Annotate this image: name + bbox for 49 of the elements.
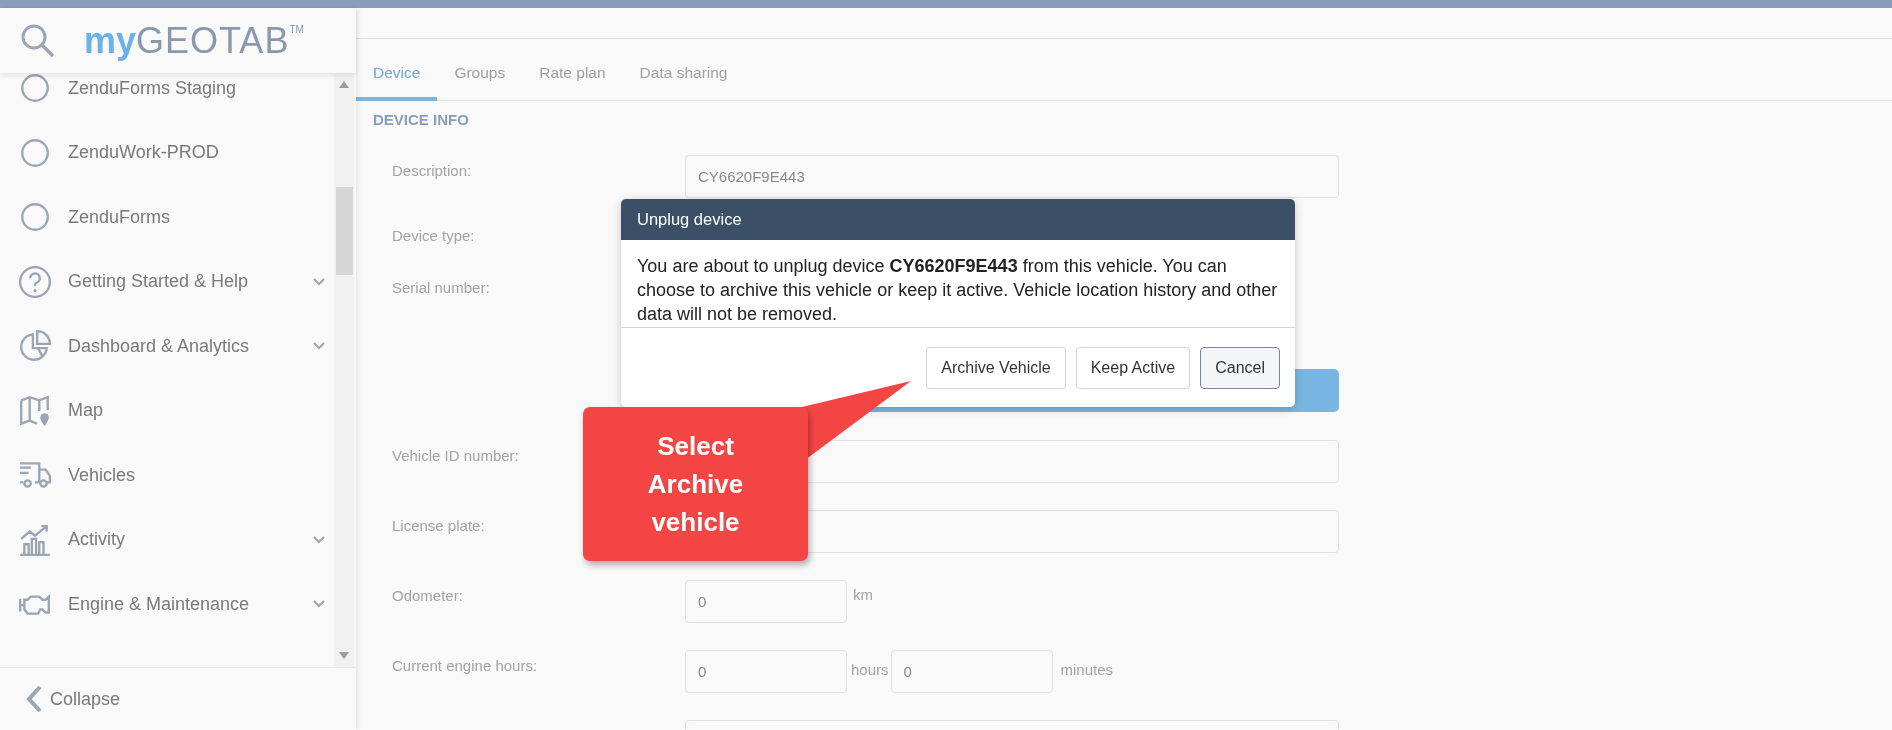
input-field[interactable]: 0 xyxy=(890,650,1053,693)
sidebar-item[interactable]: Activity xyxy=(0,507,332,572)
input-field[interactable]: 0 xyxy=(685,580,847,623)
sidebar-item[interactable]: ZenduForms Staging xyxy=(0,73,332,121)
chevron-down-icon xyxy=(312,276,326,287)
chevron-down-icon xyxy=(312,341,326,352)
input-field[interactable]: CY6620F9E443 xyxy=(685,155,1339,198)
field-label: Current engine hours: xyxy=(392,657,538,674)
input-field[interactable]: 0 xyxy=(685,650,847,693)
tab[interactable]: Rate plan xyxy=(522,39,623,101)
scrollbar[interactable] xyxy=(334,73,354,667)
pie-chart-icon xyxy=(18,329,52,364)
collapse-button[interactable]: Collapse xyxy=(0,667,356,730)
sidebar-item[interactable]: Engine & Maintenance xyxy=(0,572,332,637)
sidebar-item[interactable]: Getting Started & Help xyxy=(0,249,332,314)
map-icon xyxy=(18,393,52,428)
field-label: Vehicle ID number: xyxy=(392,447,519,464)
section-title: DEVICE INFO xyxy=(373,111,469,128)
field-label: Serial number: xyxy=(392,279,490,296)
dialog-title: Unplug device xyxy=(621,199,1295,240)
dialog-button[interactable]: Archive Vehicle xyxy=(926,346,1066,389)
dialog-button[interactable]: Cancel xyxy=(1200,346,1280,389)
chevron-down-icon xyxy=(312,599,326,610)
tab[interactable]: Device xyxy=(356,39,438,101)
chevron-down-icon xyxy=(312,534,326,545)
unit-label: minutes xyxy=(1059,660,1115,678)
chevron-left-icon xyxy=(24,684,44,714)
sidebar-item[interactable]: Vehicles xyxy=(0,443,332,508)
unit-label: hours xyxy=(850,660,890,678)
scroll-down-icon[interactable] xyxy=(339,652,349,659)
field-label: Description: xyxy=(392,162,472,179)
field-label: License plate: xyxy=(392,517,485,534)
callout-tooltip: Select Archive vehicle xyxy=(583,407,808,561)
sidebar-item[interactable]: ZenduForms xyxy=(0,185,332,250)
dialog-message: You are about to unplug device CY6620F9E443 from this vehicle. You can choose to archive this vehicle or keep it active. Vehicle location history and other data will not be removed. xyxy=(621,240,1295,328)
field-label: Device type: xyxy=(392,227,475,244)
field-label: Odometer: xyxy=(392,587,463,604)
help-icon xyxy=(18,264,52,299)
dialog-button[interactable]: Keep Active xyxy=(1075,346,1191,389)
tab[interactable]: Data sharing xyxy=(622,39,745,101)
scroll-up-icon[interactable] xyxy=(339,81,349,88)
sidebar-item[interactable]: Dashboard & Analytics xyxy=(0,314,332,379)
search-icon[interactable] xyxy=(20,22,56,59)
tab[interactable]: Groups xyxy=(437,39,523,101)
scrollbar-thumb[interactable] xyxy=(336,187,353,275)
sidebar-item[interactable]: Map xyxy=(0,378,332,443)
bar-chart-icon xyxy=(18,522,52,557)
sidebar-item[interactable]: ZenduWork-PROD xyxy=(0,120,332,185)
unit-label: km xyxy=(852,585,874,603)
